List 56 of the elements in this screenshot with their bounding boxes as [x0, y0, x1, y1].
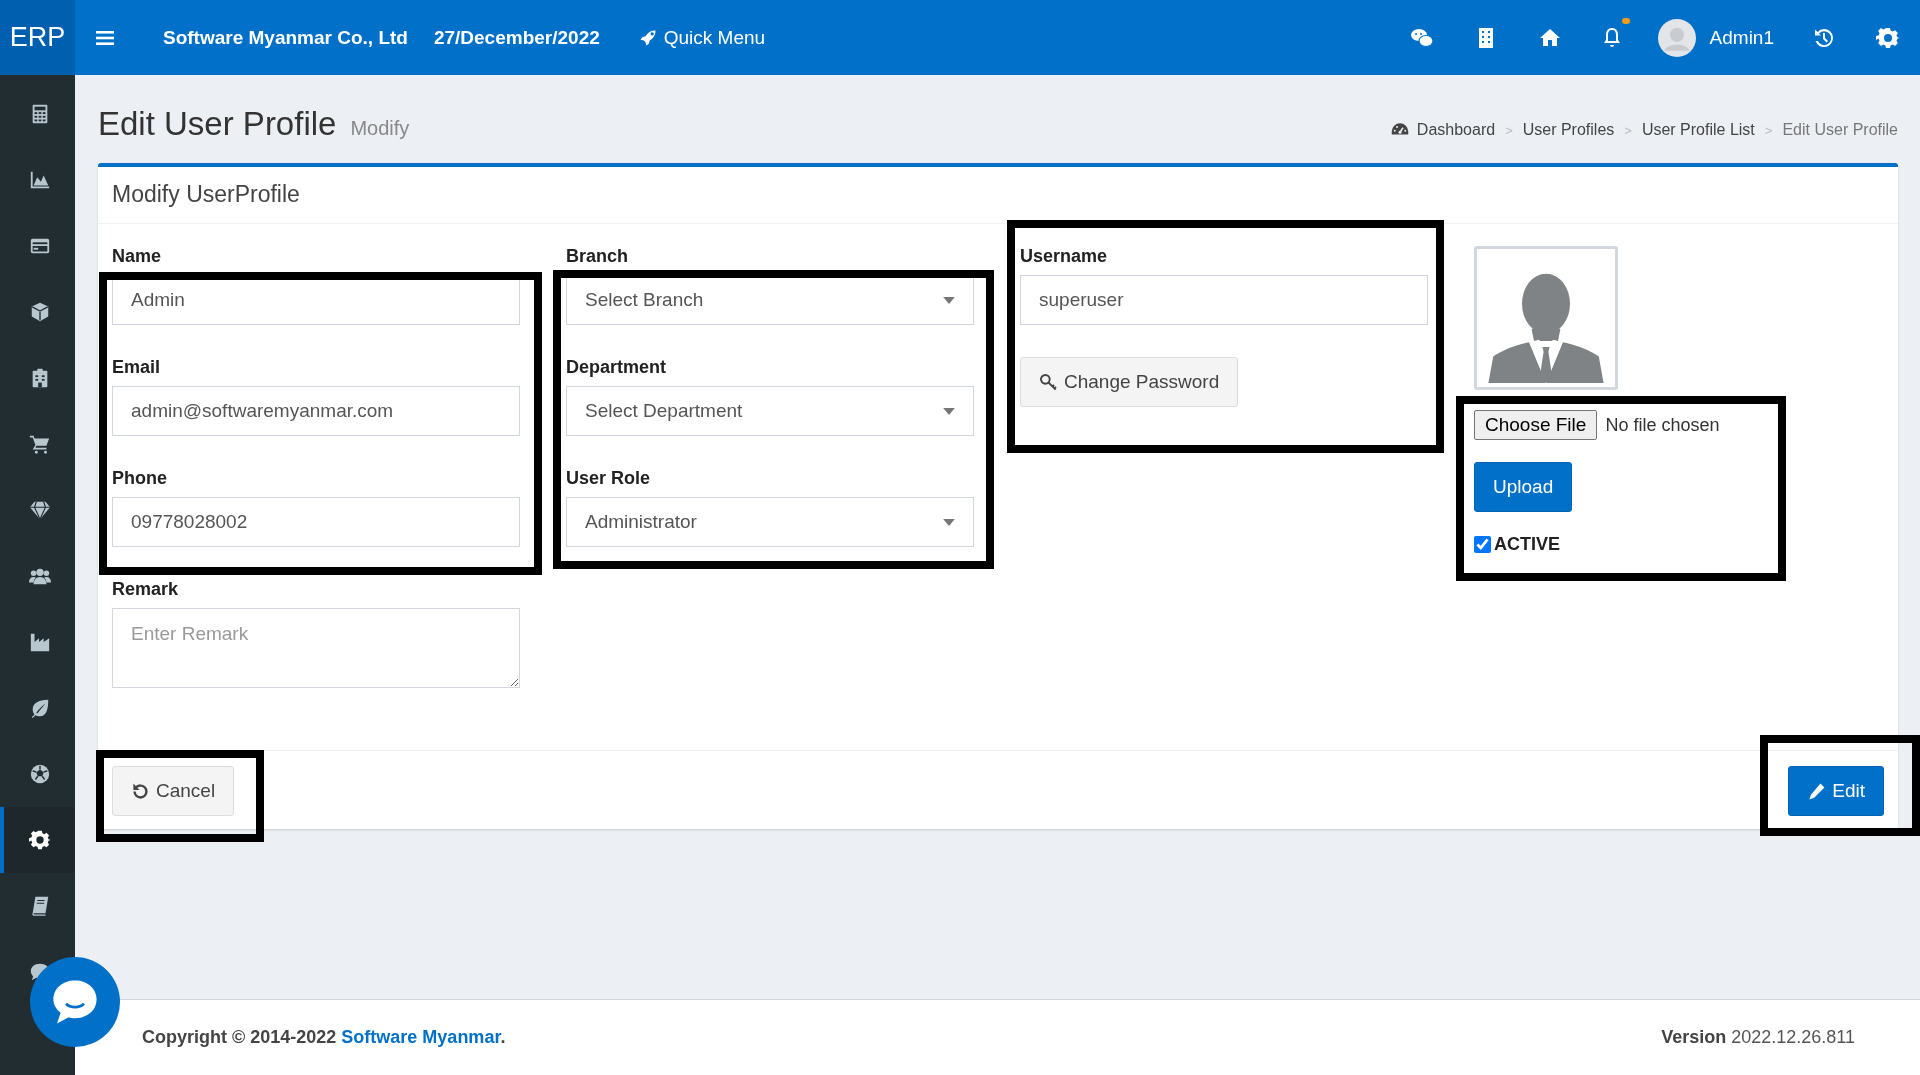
page-title: Edit User Profile [98, 105, 337, 143]
edit-button[interactable]: Edit [1788, 766, 1884, 816]
settings-icon [28, 829, 51, 851]
factory-icon [28, 631, 51, 653]
key-icon [1039, 372, 1058, 392]
file-status-text: No file chosen [1605, 414, 1720, 436]
diamond-icon [28, 499, 51, 521]
text-field[interactable]: superuser [1020, 275, 1428, 325]
cart-icon [28, 433, 51, 455]
user-menu[interactable]: Admin1 [1657, 18, 1774, 57]
choose-file-button[interactable]: Choose File [1474, 410, 1598, 440]
caret-icon [943, 296, 955, 304]
select-dropdown[interactable]: Select Department [566, 386, 974, 436]
select-dropdown[interactable]: Select Branch [566, 275, 974, 325]
field-label: User Role [566, 468, 651, 489]
pencil-icon [1807, 781, 1827, 801]
page-subtitle: Modify [350, 117, 410, 140]
field-label: Department [566, 357, 667, 378]
upload-button[interactable]: Upload [1474, 462, 1573, 512]
select-dropdown[interactable]: Administrator [566, 497, 974, 547]
field-label: Branch [566, 246, 628, 267]
version-text: Version 2022.12.26.811 [1661, 1027, 1855, 1048]
field-label: Phone [112, 468, 167, 489]
active-checkbox[interactable] [1474, 536, 1491, 553]
area-chart-icon [28, 169, 51, 191]
current-date: 27/December/2022 [433, 26, 600, 49]
caret-icon [943, 518, 955, 526]
undo-icon [131, 781, 150, 801]
avatar-icon [1657, 18, 1696, 57]
change-password-button[interactable]: Change Password [1020, 357, 1239, 407]
brand-logo[interactable]: ERP [0, 0, 75, 75]
breadcrumb-separator: > [1505, 122, 1513, 138]
active-label: ACTIVE [1494, 534, 1560, 555]
text-field[interactable]: 09778028002 [112, 497, 520, 547]
company-link[interactable]: Software Myanmar [341, 1027, 501, 1047]
card-title: Modify UserProfile [98, 167, 1898, 224]
breadcrumb-link[interactable]: User Profiles [1522, 121, 1615, 139]
sidebar-item[interactable] [0, 807, 75, 873]
breadcrumb-separator: > [1624, 122, 1632, 138]
chat-launcher-overlay[interactable] [30, 957, 120, 1047]
settings-icon[interactable] [1876, 25, 1900, 50]
cancel-button[interactable]: Cancel [112, 766, 235, 816]
text-field[interactable]: admin@softwaremyanmar.com [112, 386, 520, 436]
copyright-text: Copyright © 2014-2022 Software Myanmar. [142, 1027, 506, 1048]
breadcrumb-link[interactable]: Dashboard [1390, 121, 1496, 139]
company-name: Software Myanmar Co., Ltd [163, 26, 408, 49]
remark-field[interactable]: Enter Remark [112, 608, 520, 688]
field-label: Username [1020, 246, 1108, 267]
quick-menu-link[interactable]: Quick Menu [637, 26, 766, 49]
breadcrumb-link[interactable]: User Profile List [1641, 121, 1755, 139]
field-label: Email [112, 357, 161, 378]
field-label: Name [112, 246, 162, 267]
field-label: Remark [112, 579, 179, 600]
soccer-ball-icon [28, 763, 51, 785]
breadcrumb-separator: > [1764, 122, 1773, 138]
caret-icon [943, 407, 955, 415]
